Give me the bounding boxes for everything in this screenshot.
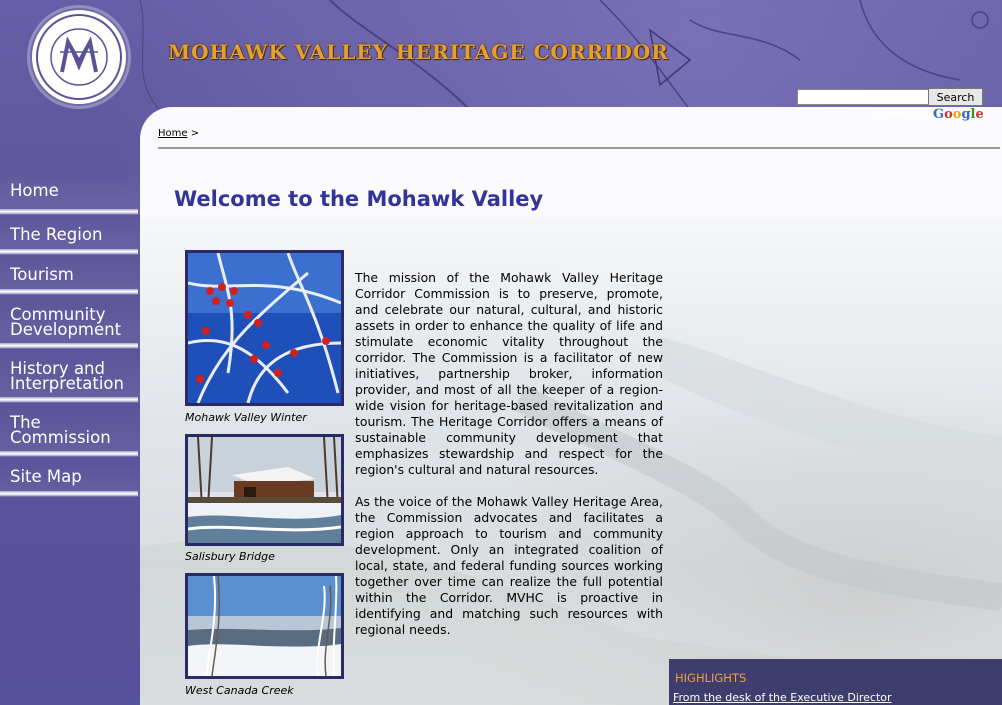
header-divider — [158, 147, 1000, 149]
breadcrumb: Home > — [158, 128, 199, 139]
nav-item-label: History and Interpretation — [10, 359, 124, 393]
nav-item-label: The Commission — [10, 413, 111, 447]
nav-item-history-and-interpretation[interactable]: History and Interpretation — [0, 349, 140, 403]
frosted-berries-image — [187, 252, 342, 404]
powered-by-label: Powered by — [876, 109, 934, 120]
google-logo: Google — [933, 107, 984, 122]
photo-caption: West Canada Creek — [185, 684, 294, 697]
search-button[interactable]: Search — [928, 88, 983, 106]
executive-director-link[interactable]: From the desk of the Executive Director — [673, 691, 892, 704]
left-navigation: Home The Region Tourism Community Develo… — [0, 170, 140, 497]
mission-text: The mission of the Mohawk Valley Heritag… — [355, 270, 663, 654]
snowy-creek-image — [188, 575, 341, 677]
nav-separator — [0, 491, 138, 497]
mission-paragraph: The mission of the Mohawk Valley Heritag… — [355, 270, 663, 477]
photo-mohawk-valley-winter — [185, 250, 344, 406]
nav-item-label: Home — [10, 181, 59, 200]
search-input[interactable] — [797, 89, 929, 105]
photo-caption: Mohawk Valley Winter — [185, 411, 307, 424]
nav-item-label: Site Map — [10, 467, 82, 486]
breadcrumb-separator: > — [190, 128, 200, 139]
main-content-panel: Powered by Google Home > Welcome to the … — [140, 107, 1002, 705]
nav-item-site-map[interactable]: Site Map — [0, 457, 140, 497]
highlights-box: HIGHLIGHTS From the desk of the Executiv… — [669, 659, 1002, 705]
page-title: Welcome to the Mohawk Valley — [174, 187, 544, 211]
nav-item-label: The Region — [10, 225, 103, 244]
site-title: MOHAWK VALLEY HERITAGE CORRIDOR — [168, 40, 669, 64]
breadcrumb-home-link[interactable]: Home — [158, 128, 188, 139]
nav-item-tourism[interactable]: Tourism — [0, 255, 140, 295]
photo-salisbury-bridge — [185, 434, 344, 546]
covered-bridge-image — [187, 436, 342, 543]
nav-item-label: Tourism — [10, 265, 74, 284]
photo-caption: Salisbury Bridge — [185, 550, 275, 563]
nav-item-the-commission[interactable]: The Commission — [0, 403, 140, 457]
nav-item-label: Community Development — [10, 305, 122, 339]
nav-item-community-development[interactable]: Community Development — [0, 295, 140, 349]
mission-paragraph: As the voice of the Mohawk Valley Herita… — [355, 494, 663, 637]
nav-item-the-region[interactable]: The Region — [0, 215, 140, 255]
highlights-title: HIGHLIGHTS — [675, 671, 747, 685]
photo-west-canada-creek — [185, 573, 344, 679]
nav-item-home[interactable]: Home — [0, 170, 140, 215]
site-logo[interactable] — [30, 8, 128, 106]
logo-emblem-icon — [36, 14, 122, 100]
